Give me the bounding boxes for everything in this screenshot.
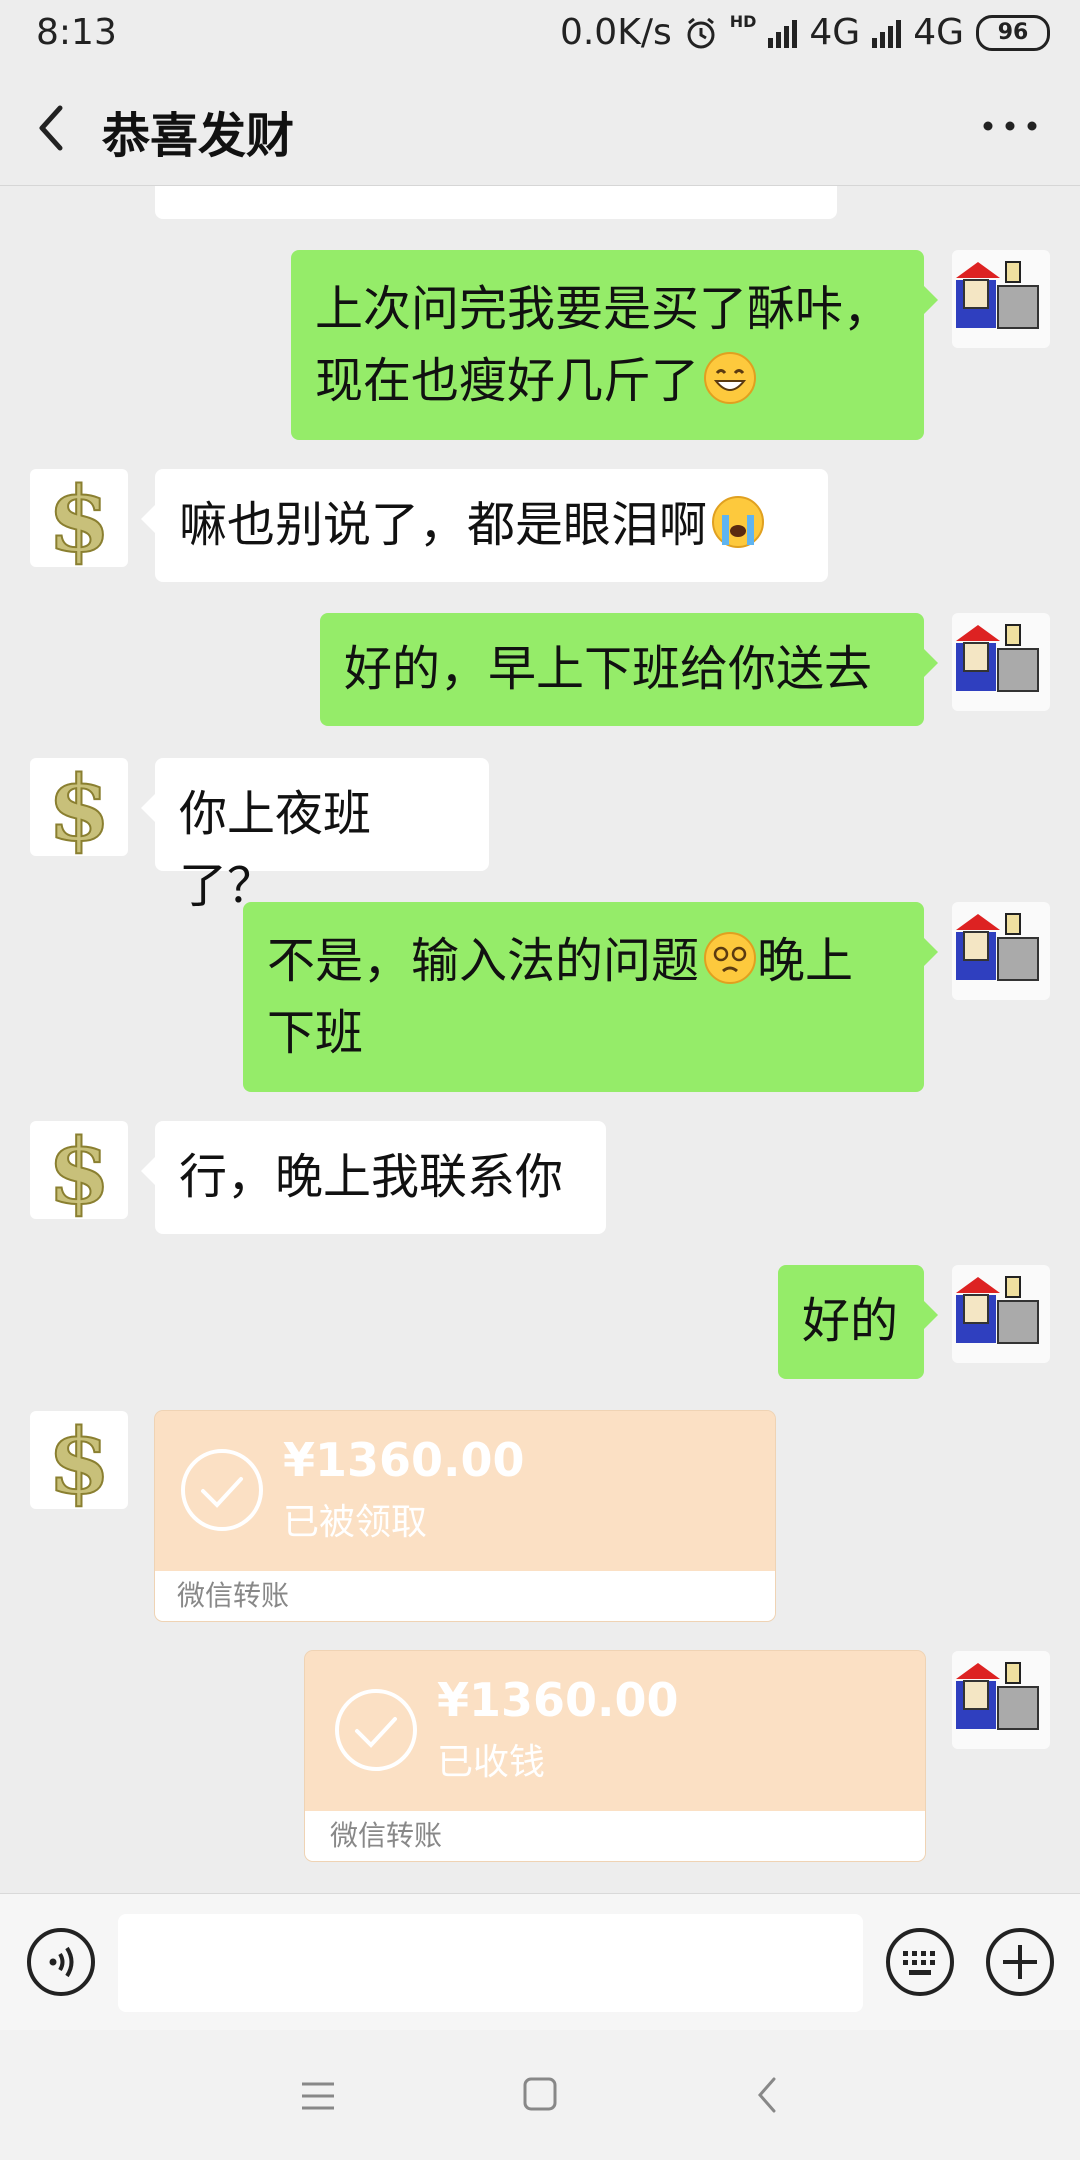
svg-text:$: $ (48, 469, 111, 567)
svg-text:$: $ (48, 758, 111, 856)
loudly-crying-emoji-icon (712, 496, 765, 548)
status-icons: 0.0K/s HD 4G 4G 96 (560, 12, 1050, 53)
message-bubble-in[interactable]: 行，晚上我联系你 (141, 1121, 606, 1234)
contact-avatar[interactable]: $ (30, 1121, 128, 1219)
dollar-avatar-icon: $ (47, 758, 112, 856)
svg-text:$: $ (48, 1121, 111, 1219)
status-time: 8:13 (36, 12, 117, 53)
my-avatar[interactable] (952, 902, 1050, 1000)
transfer-card-sent[interactable]: ¥1360.00 已收钱 微信转账 (305, 1651, 925, 1861)
grinning-sweat-emoji-icon (704, 352, 757, 404)
transfer-card-received[interactable]: ¥1360.00 已被领取 微信转账 (155, 1411, 775, 1621)
check-circle-icon (181, 1449, 263, 1531)
message-text: 好的，早上下班给你送去 (344, 641, 873, 697)
status-bar: 8:13 0.0K/s HD 4G 4G 96 (0, 0, 1080, 70)
contact-avatar[interactable]: $ (30, 1411, 128, 1509)
message-text-line: 不是，输入法的问题 晚上 (267, 932, 854, 989)
signal-icon-2 (872, 18, 902, 48)
chat-header: 恭喜发财 (0, 70, 1080, 186)
message-bubble-in[interactable]: 你上夜班了？ (141, 758, 489, 914)
back-icon[interactable] (30, 100, 70, 156)
more-icon[interactable] (980, 114, 1040, 138)
my-avatar[interactable] (952, 250, 1050, 348)
message-input[interactable] (118, 1914, 863, 2012)
message-text: 行，晚上我联系你 (179, 1149, 564, 1205)
battery-icon: 96 (976, 14, 1050, 51)
input-bar (0, 1893, 1080, 2031)
keyboard-icon[interactable] (885, 1927, 955, 1997)
transfer-label: 微信转账 (155, 1571, 775, 1621)
my-avatar[interactable] (952, 1651, 1050, 1749)
dollar-avatar-icon: $ (47, 469, 112, 567)
contact-avatar[interactable]: $ (30, 758, 128, 856)
transfer-status: 已收钱 (437, 1742, 546, 1783)
clipped-bubble (155, 186, 837, 219)
dollar-avatar-icon: $ (47, 1121, 112, 1219)
net-speed: 0.0K/s (559, 12, 672, 53)
menu-icon[interactable] (298, 2078, 338, 2114)
message-text-line: 下班 (267, 1005, 364, 1061)
house-avatar-icon (956, 913, 1039, 981)
message-bubble-out[interactable]: 好的 (778, 1265, 938, 1379)
message-bubble-out[interactable]: 好的，早上下班给你送去 (320, 613, 938, 726)
dollar-avatar-icon: $ (47, 1411, 112, 1509)
plus-icon[interactable] (985, 1927, 1055, 1997)
signal-icon (768, 18, 798, 48)
svg-text:$: $ (48, 1411, 111, 1509)
voice-icon[interactable] (26, 1927, 96, 1997)
home-icon[interactable] (522, 2076, 558, 2112)
message-text: 你上夜班了？ (179, 786, 372, 914)
network-label-2: 4G (913, 12, 964, 53)
message-text: 嘛也别说了，都是眼泪啊 (179, 497, 708, 553)
message-text: 好的 (802, 1293, 899, 1349)
contact-avatar[interactable]: $ (30, 469, 128, 567)
network-label-1: 4G (809, 12, 861, 53)
chat-title: 恭喜发财 (102, 108, 295, 164)
message-bubble-out[interactable]: 上次问完我要是买了酥咔， 现在也瘦好几斤了 (291, 250, 938, 440)
message-bubble-out[interactable]: 不是，输入法的问题 晚上 下班 (243, 902, 938, 1092)
transfer-amount: ¥1360.00 (283, 1433, 525, 1487)
house-avatar-icon (956, 1276, 1039, 1344)
system-nav-bar (0, 2030, 1080, 2160)
message-text-line: 现在也瘦好几斤了 (315, 345, 900, 417)
check-circle-icon (335, 1689, 417, 1771)
message-text-line: 上次问完我要是买了酥咔， (315, 281, 892, 337)
house-avatar-icon (956, 624, 1039, 692)
transfer-label: 微信转账 (305, 1811, 925, 1861)
my-avatar[interactable] (952, 613, 1050, 711)
house-avatar-icon (956, 261, 1039, 329)
house-avatar-icon (956, 1662, 1039, 1730)
chat-area[interactable]: 上次问完我要是买了酥咔， 现在也瘦好几斤了 $ 嘛也别说了，都是眼泪啊 好的，早… (0, 186, 1080, 1893)
transfer-status: 已被领取 (283, 1502, 428, 1543)
alarm-icon (687, 17, 715, 48)
hd-label: HD (729, 12, 757, 31)
dizzy-face-emoji-icon (704, 932, 757, 984)
my-avatar[interactable] (952, 1265, 1050, 1363)
transfer-amount: ¥1360.00 (437, 1673, 679, 1727)
message-bubble-in[interactable]: 嘛也别说了，都是眼泪啊 (141, 469, 828, 582)
nav-back-icon[interactable] (752, 2074, 782, 2116)
